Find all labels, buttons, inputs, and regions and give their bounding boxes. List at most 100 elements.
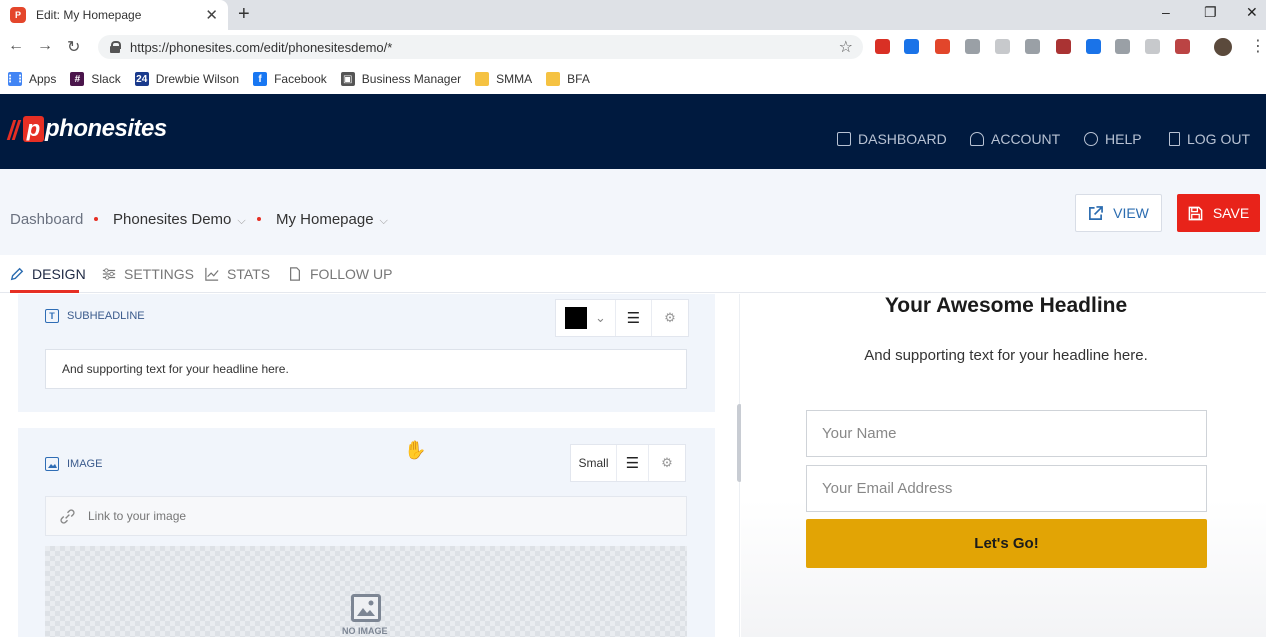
- tab-settings-label: SETTINGS: [124, 266, 195, 282]
- nav-dashboard[interactable]: DASHBOARD: [837, 131, 947, 147]
- page-preview: Your Awesome Headline And supporting tex…: [741, 294, 1266, 637]
- image-icon: [45, 457, 59, 471]
- 24-icon: 24: [134, 72, 149, 86]
- extension-dots-icon[interactable]: [995, 39, 1010, 54]
- logo-p-icon: p: [23, 116, 44, 142]
- extension-toggle-icon[interactable]: [1115, 39, 1130, 54]
- extension-doc-icon[interactable]: [1145, 39, 1160, 54]
- breadcrumb-site-label: Phonesites Demo: [113, 211, 232, 228]
- bookmark-label: SMMA: [496, 72, 533, 86]
- image-link-input[interactable]: Link to your image: [45, 496, 687, 536]
- external-link-icon: [1089, 205, 1104, 220]
- bookmark-apps[interactable]: ⋮⋮ Apps: [5, 72, 56, 86]
- image-preview-placeholder[interactable]: NO IMAGE: [45, 546, 687, 637]
- nav-help-label: HELP: [1105, 131, 1142, 147]
- no-image-label: NO IMAGE: [342, 626, 388, 636]
- browser-tab[interactable]: P Edit: My Homepage ✕: [0, 0, 228, 30]
- reload-icon[interactable]: ↻: [67, 37, 80, 57]
- save-button[interactable]: SAVE: [1177, 194, 1260, 232]
- nav-dashboard-label: DASHBOARD: [858, 131, 947, 147]
- close-window-icon[interactable]: ✕: [1246, 4, 1258, 21]
- nav-account-label: ACCOUNT: [991, 131, 1061, 147]
- nav-account[interactable]: ACCOUNT: [970, 131, 1060, 147]
- document-icon: [290, 267, 300, 281]
- bookmark-label: Business Manager: [361, 72, 462, 86]
- nav-help[interactable]: HELP: [1084, 131, 1142, 147]
- tab-stats[interactable]: STATS: [205, 266, 270, 282]
- user-icon: [970, 132, 984, 146]
- preview-headline: Your Awesome Headline: [884, 294, 1128, 317]
- breadcrumb-page[interactable]: My Homepage ⌵: [276, 211, 388, 228]
- bookmark-drewbie-wilson[interactable]: 24 Drewbie Wilson: [134, 72, 239, 86]
- breadcrumb-dashboard[interactable]: Dashboard: [10, 211, 83, 228]
- phonesites-logo[interactable]: p phonesites: [6, 115, 167, 143]
- settings-sliders-icon: ⚙: [661, 455, 673, 470]
- preview-subheadline: And supporting text for your headline he…: [864, 347, 1148, 364]
- logo-stripes-icon: [6, 118, 22, 140]
- restore-window-icon[interactable]: ❐: [1204, 4, 1217, 21]
- tab-design-label: DESIGN: [32, 266, 86, 282]
- image-size-select[interactable]: Small: [571, 445, 617, 481]
- bookmark-label: Facebook: [274, 72, 327, 86]
- editor-tabs: DESIGN SETTINGS STATS FOLLOW UP: [0, 255, 1266, 293]
- preview-email-field[interactable]: Your Email Address: [806, 465, 1207, 512]
- image-block: IMAGE Small ☰ ⚙ Link to your image NO IM…: [18, 428, 715, 637]
- tab-followup[interactable]: FOLLOW UP: [288, 266, 392, 282]
- tab-design[interactable]: DESIGN: [10, 266, 86, 282]
- breadcrumb: Dashboard Phonesites Demo ⌵ My Homepage ⌵ …: [0, 169, 1266, 255]
- back-icon[interactable]: ←: [8, 37, 24, 55]
- facebook-icon: f: [253, 72, 268, 86]
- subheadline-input[interactable]: And supporting text for your headline he…: [45, 349, 687, 389]
- folder-icon: [546, 72, 561, 86]
- breadcrumb-separator: [94, 217, 98, 221]
- browser-menu-icon[interactable]: ⋮: [1250, 36, 1266, 56]
- new-tab-icon[interactable]: +: [238, 3, 250, 26]
- extension-code-icon[interactable]: [904, 39, 919, 54]
- active-tab-indicator: [10, 290, 79, 293]
- preview-cta-button[interactable]: Let's Go!: [806, 519, 1207, 568]
- bookmark-star-icon[interactable]: ☆: [839, 37, 853, 57]
- nav-logout[interactable]: LOG OUT: [1169, 131, 1250, 147]
- extension-pdf-icon[interactable]: [1175, 39, 1190, 54]
- pencil-icon: [10, 267, 24, 281]
- address-bar[interactable]: https://phonesites.com/edit/phonesitesde…: [98, 35, 863, 59]
- hand-cursor-icon: ✋: [404, 440, 427, 460]
- tab-settings[interactable]: SETTINGS: [102, 266, 194, 282]
- close-tab-icon[interactable]: ✕: [205, 6, 218, 24]
- bookmark-smma[interactable]: SMMA: [475, 72, 532, 86]
- color-swatch: [565, 307, 588, 329]
- bookmark-label: BFA: [567, 72, 590, 86]
- extension-swirl-icon[interactable]: [935, 39, 950, 54]
- bookmark-facebook[interactable]: f Facebook: [253, 72, 327, 86]
- bookmark-bfa[interactable]: BFA: [546, 72, 590, 86]
- align-center-button[interactable]: ☰: [617, 445, 649, 481]
- extension-red-icon[interactable]: [875, 39, 890, 54]
- business-manager-icon: ▣: [340, 72, 355, 86]
- align-center-button[interactable]: ☰: [616, 300, 652, 336]
- chevron-down-icon: ⌵: [379, 215, 388, 227]
- editor-panel: T SUBHEADLINE ⌄ ☰ ⚙ And supporting text …: [0, 294, 738, 637]
- extension-facebook-icon[interactable]: [965, 39, 980, 54]
- subheadline-block: T SUBHEADLINE ⌄ ☰ ⚙ And supporting text …: [18, 294, 715, 412]
- breadcrumb-site[interactable]: Phonesites Demo ⌵: [113, 211, 246, 228]
- dashboard-icon: [837, 132, 851, 146]
- forward-icon[interactable]: →: [37, 37, 53, 55]
- block-settings-button[interactable]: ⚙: [652, 300, 688, 336]
- extension-blue-icon[interactable]: [1086, 39, 1101, 54]
- logo-text: phonesites: [45, 115, 167, 142]
- bookmark-slack[interactable]: # Slack: [70, 72, 121, 86]
- sliders-icon: [102, 268, 116, 280]
- extension-shield-icon[interactable]: [1056, 39, 1071, 54]
- address-url: https://phonesites.com/edit/phonesitesde…: [130, 39, 393, 55]
- profile-avatar[interactable]: [1214, 38, 1232, 56]
- browser-tab-title: Edit: My Homepage: [36, 8, 142, 22]
- preview-name-field[interactable]: Your Name: [806, 410, 1207, 457]
- text-color-picker[interactable]: ⌄: [556, 300, 616, 336]
- tab-followup-label: FOLLOW UP: [310, 266, 393, 282]
- view-button[interactable]: VIEW: [1075, 194, 1162, 232]
- lock-icon: [110, 41, 121, 53]
- extension-fb-icon[interactable]: [1025, 39, 1040, 54]
- minimize-window-icon[interactable]: –: [1162, 4, 1170, 20]
- bookmark-business-manager[interactable]: ▣ Business Manager: [340, 72, 462, 86]
- block-settings-button[interactable]: ⚙: [649, 445, 685, 481]
